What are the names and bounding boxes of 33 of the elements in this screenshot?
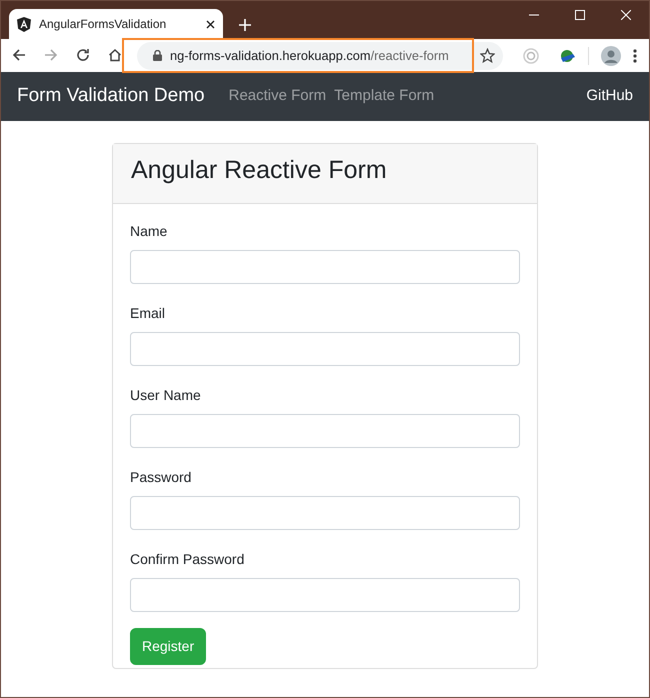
field-label: User Name <box>130 386 201 405</box>
menu-icon[interactable] <box>633 48 637 62</box>
close-icon <box>621 10 631 20</box>
angular-logo-icon <box>17 16 31 32</box>
maximize-icon <box>575 10 585 20</box>
field-label: Name <box>130 222 168 241</box>
app-brand[interactable]: Form Validation Demo <box>17 82 205 111</box>
tab-title: AngularFormsValidation <box>39 16 168 33</box>
forward-arrow-icon <box>44 48 58 62</box>
browser-tab[interactable]: AngularFormsValidation <box>9 9 223 39</box>
nav-link[interactable]: Reactive Form <box>228 85 326 108</box>
star-icon[interactable] <box>480 48 495 63</box>
url-text: ng-forms-validation.herokuapp.com/reactive-form <box>170 46 449 65</box>
back-arrow-icon <box>12 48 26 62</box>
github-link[interactable]: GitHub <box>586 85 633 108</box>
input-field[interactable] <box>130 414 520 448</box>
new-tab-icon[interactable] <box>239 19 251 31</box>
avatar-icon[interactable] <box>601 46 621 66</box>
close-icon[interactable] <box>206 20 215 28</box>
input-field[interactable] <box>130 496 520 530</box>
input-field[interactable] <box>130 332 520 366</box>
home-icon <box>108 48 122 62</box>
field-label: Confirm Password <box>130 550 244 569</box>
form-title: Angular Reactive Form <box>131 155 388 185</box>
lock-icon <box>153 50 162 61</box>
input-field[interactable] <box>130 578 520 612</box>
input-field[interactable] <box>130 250 520 284</box>
globe-icon[interactable] <box>559 48 576 64</box>
reload-icon <box>76 48 90 62</box>
address-bar[interactable]: ng-forms-validation.herokuapp.com/reactive-form <box>137 42 503 70</box>
field-label: Password <box>130 468 192 487</box>
field-label: Email <box>130 304 166 323</box>
nav-link[interactable]: Template Form <box>334 85 434 108</box>
